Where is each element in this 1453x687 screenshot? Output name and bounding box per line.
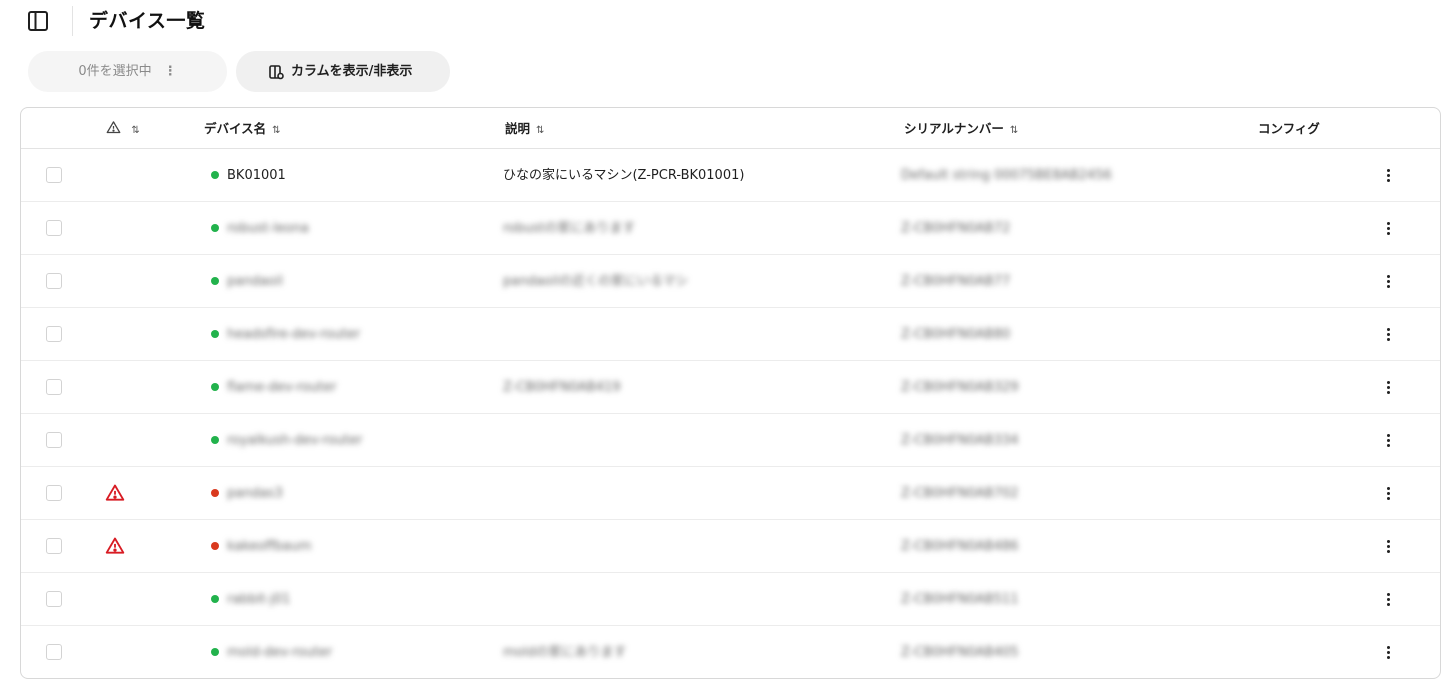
more-vertical-icon[interactable] — [1378, 375, 1398, 399]
device-serial: Z-CB0HFN0AB72 — [901, 221, 1011, 236]
device-description: robustの家にあります — [503, 221, 636, 236]
device-name: headsfire-dev-router — [227, 327, 361, 342]
column-header-config-label: コンフィグ — [1258, 121, 1320, 136]
device-name: pandaoil — [227, 274, 283, 289]
row-checkbox[interactable] — [46, 167, 62, 183]
toggle-columns-label: カラムを表示/非表示 — [291, 64, 413, 79]
device-description: Z-CB0HFN0AB419 — [503, 380, 621, 395]
column-header-config: コンフィグ — [1258, 108, 1320, 149]
warning-triangle-icon — [106, 121, 121, 134]
sort-icon[interactable]: ⇅ — [536, 110, 544, 151]
row-checkbox[interactable] — [46, 273, 62, 289]
sort-icon[interactable]: ⇅ — [272, 110, 280, 151]
device-serial: Z-CB0HFN0AB405 — [901, 645, 1019, 660]
status-dot — [211, 383, 219, 391]
row-checkbox[interactable] — [46, 220, 62, 236]
warning-triangle-icon — [105, 483, 125, 503]
device-serial: Z-CB0HFN0AB334 — [901, 433, 1019, 448]
device-serial: Default string 00075BE8AB2456 — [901, 168, 1112, 183]
status-dot — [211, 595, 219, 603]
more-vertical-icon[interactable] — [1378, 428, 1398, 452]
columns-icon — [268, 64, 284, 80]
table-row[interactable]: rabbit-j01 Z-CB0HFN0AB511 — [21, 573, 1440, 626]
sort-icon[interactable]: ⇅ — [1010, 110, 1018, 151]
status-dot — [211, 436, 219, 444]
column-header-description-label: 説明 — [505, 121, 531, 136]
row-checkbox[interactable] — [46, 379, 62, 395]
more-vertical-icon[interactable] — [1378, 534, 1398, 558]
device-name: kakeoffbaum — [227, 539, 312, 554]
table-row[interactable]: pandas3 Z-CB0HFN0AB702 — [21, 467, 1440, 520]
device-name: royalkush-dev-router — [227, 433, 363, 448]
row-checkbox[interactable] — [46, 644, 62, 660]
more-vertical-icon[interactable] — [1378, 640, 1398, 664]
column-header-description[interactable]: 説明 ⇅ — [505, 108, 544, 151]
device-table: ⇅ デバイス名 ⇅ 説明 ⇅ シリアルナンバー ⇅ コンフィグ BK01001 ひなの家… — [20, 107, 1441, 679]
sort-icon[interactable]: ⇅ — [131, 110, 139, 151]
header-divider — [72, 6, 73, 36]
table-row[interactable]: pandaoil pandaoilの近くの家にいるマシ Z-CB0HFN0AB77 — [21, 255, 1440, 308]
page-title: デバイス一覧 — [89, 10, 206, 32]
column-header-name-label: デバイス名 — [204, 121, 267, 136]
column-header-warning[interactable]: ⇅ — [106, 108, 140, 151]
row-checkbox[interactable] — [46, 591, 62, 607]
device-name: flame-dev-router — [227, 380, 337, 395]
status-dot — [211, 277, 219, 285]
column-header-serial[interactable]: シリアルナンバー ⇅ — [904, 108, 1018, 151]
table-row[interactable]: BK01001 ひなの家にいるマシン(Z-PCR-BK01001) Default … — [21, 149, 1440, 202]
selection-count-button[interactable]: 0件を選択中 ⋮ — [28, 51, 227, 92]
device-name: mold-dev-router — [227, 645, 333, 660]
row-checkbox[interactable] — [46, 432, 62, 448]
selection-count-label: 0件を選択中 — [78, 64, 152, 79]
device-name: BK01001 — [227, 168, 286, 183]
status-dot — [211, 330, 219, 338]
device-serial: Z-CB0HFN0AB511 — [901, 592, 1019, 607]
more-vertical-icon[interactable] — [1378, 481, 1398, 505]
column-header-serial-label: シリアルナンバー — [904, 121, 1004, 136]
row-checkbox[interactable] — [46, 326, 62, 342]
table-row[interactable]: robust-leona robustの家にあります Z-CB0HFN0AB72 — [21, 202, 1440, 255]
status-dot — [211, 171, 219, 179]
page-header: デバイス一覧 — [0, 0, 1453, 44]
table-row[interactable]: headsfire-dev-router Z-CB0HFN0AB80 — [21, 308, 1440, 361]
device-serial: Z-CB0HFN0AB80 — [901, 327, 1011, 342]
table-row[interactable]: royalkush-dev-router Z-CB0HFN0AB334 — [21, 414, 1440, 467]
device-serial: Z-CB0HFN0AB329 — [901, 380, 1019, 395]
device-name: rabbit-j01 — [227, 592, 291, 607]
table-row[interactable]: flame-dev-router Z-CB0HFN0AB419 Z-CB0HFN0A… — [21, 361, 1440, 414]
more-vertical-icon[interactable] — [1378, 587, 1398, 611]
device-serial: Z-CB0HFN0AB702 — [901, 486, 1019, 501]
row-checkbox[interactable] — [46, 538, 62, 554]
more-vertical-icon[interactable] — [1378, 163, 1398, 187]
status-dot — [211, 489, 219, 497]
device-description: ひなの家にいるマシン(Z-PCR-BK01001) — [503, 168, 745, 183]
toggle-columns-button[interactable]: カラムを表示/非表示 — [236, 51, 450, 92]
more-vertical-icon[interactable] — [1378, 216, 1398, 240]
warning-triangle-icon — [105, 536, 125, 556]
more-vertical-icon[interactable] — [1378, 322, 1398, 346]
device-name: robust-leona — [227, 221, 309, 236]
row-checkbox[interactable] — [46, 485, 62, 501]
device-serial: Z-CB0HFN0AB486 — [901, 539, 1019, 554]
device-description: pandaoilの近くの家にいるマシ — [503, 274, 689, 289]
status-dot — [211, 648, 219, 656]
more-vertical-icon[interactable] — [1378, 269, 1398, 293]
status-dot — [211, 224, 219, 232]
device-name: pandas3 — [227, 486, 283, 501]
status-dot — [211, 542, 219, 550]
table-row[interactable]: kakeoffbaum Z-CB0HFN0AB486 — [21, 520, 1440, 573]
device-description: moldの家にあります — [503, 645, 627, 660]
device-serial: Z-CB0HFN0AB77 — [901, 274, 1011, 289]
sidebar-toggle-icon[interactable] — [26, 9, 50, 33]
column-header-name[interactable]: デバイス名 ⇅ — [204, 108, 281, 151]
table-row[interactable]: mold-dev-router moldの家にあります Z-CB0HFN0AB405 — [21, 626, 1440, 678]
table-header: ⇅ デバイス名 ⇅ 説明 ⇅ シリアルナンバー ⇅ コンフィグ — [21, 108, 1440, 149]
more-vertical-icon: ⋮ — [163, 64, 177, 79]
